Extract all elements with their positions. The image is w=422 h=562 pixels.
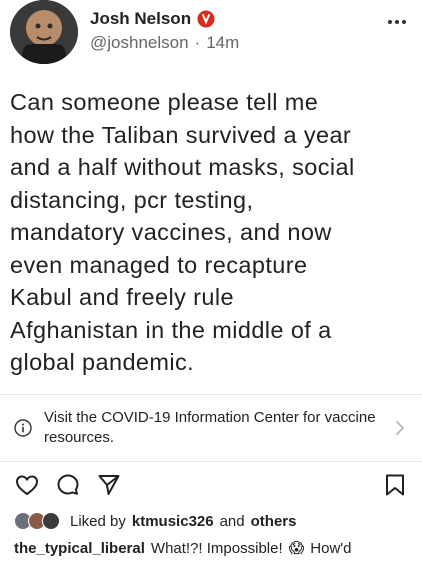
chevron-right-icon	[394, 419, 406, 437]
scream-emoji-icon: 😱	[288, 540, 305, 557]
comment-preview: the_typical_liberal What!?! Impossible! …	[14, 537, 351, 559]
comment-text-tail: How'd	[310, 539, 352, 557]
liker-username[interactable]: ktmusic326	[132, 513, 214, 530]
post-screenshot: Josh Nelson @joshnelson · 14m Can someon…	[0, 0, 422, 562]
comment-bubble-icon[interactable]	[55, 472, 81, 498]
commenter-username[interactable]: the_typical_liberal	[14, 540, 145, 557]
info-icon	[14, 419, 32, 437]
comment-text: What!?! Impossible!	[150, 539, 283, 557]
bookmark-icon[interactable]	[382, 472, 408, 498]
avatar[interactable]	[10, 0, 78, 64]
post-actions	[0, 472, 422, 502]
author-name-line: Josh Nelson	[90, 8, 215, 30]
author-handle[interactable]: @joshnelson	[90, 33, 189, 53]
info-banner-text: Visit the COVID-19 Information Center fo…	[44, 409, 376, 446]
likes-others-link[interactable]: others	[251, 513, 297, 530]
more-options-icon[interactable]	[384, 10, 410, 30]
share-send-icon[interactable]	[96, 472, 122, 498]
post-time: 14m	[206, 33, 240, 52]
liker-avatar	[42, 512, 60, 530]
author-name[interactable]: Josh Nelson	[90, 9, 191, 29]
covid-info-banner[interactable]: Visit the COVID-19 Information Center fo…	[0, 394, 422, 462]
likes-middle: and	[219, 512, 245, 530]
like-heart-icon[interactable]	[14, 472, 40, 498]
likes-line: Liked by ktmusic326 and others	[14, 510, 296, 532]
avatar-image	[10, 0, 78, 64]
separator-dot: ·	[194, 33, 201, 52]
likes-prefix: Liked by	[70, 512, 126, 530]
handle-line: @joshnelson · 14m	[90, 33, 239, 53]
post-text: Can someone please tell me how the Talib…	[10, 89, 355, 375]
post-header: Josh Nelson @joshnelson · 14m	[0, 0, 422, 72]
liker-avatars[interactable]	[14, 512, 64, 530]
verified-badge-icon	[197, 10, 215, 28]
